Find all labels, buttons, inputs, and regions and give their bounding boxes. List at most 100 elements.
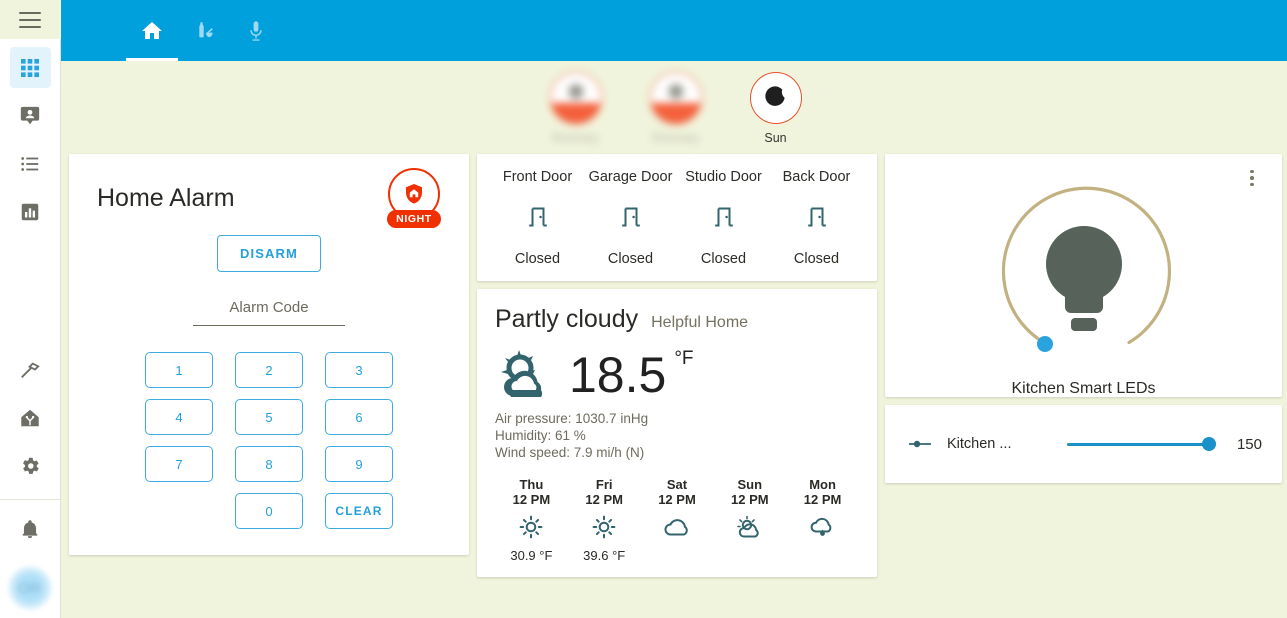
alarm-code-placeholder: Alarm Code bbox=[229, 299, 309, 316]
door-state: Closed bbox=[607, 251, 654, 267]
forecast-time: 12 PM bbox=[803, 492, 842, 508]
badge-circle bbox=[749, 72, 802, 124]
cards-grid: Home Alarm NIGHT DISARM Alarm Code 1 2 3… bbox=[61, 154, 1287, 578]
sidebar-item-settings[interactable] bbox=[10, 445, 51, 486]
slider-label: Kitchen ... bbox=[947, 436, 1012, 452]
forecast-time: 12 PM bbox=[658, 492, 696, 508]
forecast-time: 12 PM bbox=[512, 492, 551, 508]
alarm-state-label: NIGHT bbox=[387, 210, 441, 228]
weather-temperature: 18.5 bbox=[569, 347, 667, 403]
bell-icon bbox=[22, 519, 38, 538]
disarm-row: DISARM bbox=[87, 235, 451, 272]
badge-circle bbox=[649, 72, 702, 124]
door-entity-front[interactable]: Front Door Closed bbox=[491, 169, 584, 267]
door-name: Front Door bbox=[502, 169, 573, 185]
door-name: Studio Door bbox=[685, 169, 762, 185]
door-state: Closed bbox=[700, 251, 747, 267]
tab-voice[interactable] bbox=[230, 0, 282, 61]
door-entity-garage[interactable]: Garage Door Closed bbox=[584, 169, 677, 267]
sidebar: OR bbox=[0, 0, 61, 618]
weather-air-pressure: Air pressure: 1030.7 inHg bbox=[495, 411, 649, 426]
tab-home[interactable] bbox=[126, 0, 178, 61]
alarm-state-badge[interactable]: NIGHT bbox=[385, 168, 443, 228]
keypad-key-6[interactable]: 6 bbox=[325, 399, 393, 435]
sidebar-item-map[interactable] bbox=[10, 95, 51, 136]
forecast-item: Sun 12 PM bbox=[713, 477, 786, 563]
gear-icon bbox=[23, 457, 39, 474]
dots-vertical-icon[interactable] bbox=[1242, 168, 1262, 188]
sunny-icon bbox=[592, 514, 616, 540]
badge-person-1[interactable]: Romney bbox=[537, 72, 615, 145]
door-closed-icon bbox=[527, 205, 549, 234]
weather-forecast: Thu 12 PM 30.9 °F Fri 12 PM 39.6 °F Sat … bbox=[495, 477, 859, 563]
sidebar-item-supervisor[interactable] bbox=[10, 397, 51, 438]
sidebar-item-history[interactable] bbox=[10, 191, 51, 232]
keypad-key-5[interactable]: 5 bbox=[235, 399, 303, 435]
alarm-code-underline bbox=[193, 325, 345, 326]
weather-location: Helpful Home bbox=[651, 314, 749, 331]
keypad-key-9[interactable]: 9 bbox=[325, 446, 393, 482]
hammer-icon bbox=[21, 362, 40, 378]
tab-kitchen[interactable] bbox=[178, 0, 230, 61]
weather-card: Partly cloudy Helpful Home 18.5 °F Air p… bbox=[477, 289, 877, 578]
keypad-key-4[interactable]: 4 bbox=[145, 399, 213, 435]
alarm-code-field[interactable]: Alarm Code bbox=[193, 299, 345, 326]
light-brightness-row-card: Kitchen ... 150 bbox=[885, 405, 1282, 483]
door-closed-icon bbox=[806, 205, 828, 234]
badges-row: Romney Romney Sun bbox=[61, 61, 1287, 145]
door-name: Back Door bbox=[782, 169, 851, 185]
light-name: Kitchen Smart LEDs bbox=[1011, 380, 1156, 397]
door-entity-studio[interactable]: Studio Door Closed bbox=[677, 169, 770, 267]
column-1: Home Alarm NIGHT DISARM Alarm Code 1 2 3… bbox=[69, 154, 469, 555]
home-assistant-logo-icon bbox=[21, 409, 39, 427]
door-closed-icon bbox=[713, 205, 735, 234]
door-entity-back[interactable]: Back Door Closed bbox=[770, 169, 863, 267]
forecast-temp: 30.9 °F bbox=[510, 548, 553, 564]
sidebar-item-notifications[interactable] bbox=[10, 508, 51, 549]
forecast-day: Mon bbox=[809, 477, 836, 493]
disarm-button[interactable]: DISARM bbox=[217, 235, 321, 272]
door-state: Closed bbox=[793, 251, 840, 267]
light-card: Kitchen Smart LEDs bbox=[885, 154, 1282, 397]
forecast-time: 12 PM bbox=[585, 492, 623, 508]
weather-humidity: Humidity: 61 % bbox=[495, 428, 586, 444]
column-3: Kitchen Smart LEDs Kitchen ... 150 bbox=[885, 154, 1282, 483]
partly-cloudy-icon bbox=[501, 350, 543, 397]
weather-temperature-unit: °F bbox=[674, 348, 694, 369]
forecast-item: Thu 12 PM 30.9 °F bbox=[495, 477, 568, 563]
slider-value: 150 bbox=[1236, 435, 1262, 453]
keypad-key-2[interactable]: 2 bbox=[235, 352, 303, 388]
door-sensors-card: Front Door Closed Garage Door Closed Stu… bbox=[477, 154, 877, 281]
badge-circle bbox=[549, 72, 602, 124]
keypad-key-0[interactable]: 0 bbox=[235, 493, 303, 529]
avatar[interactable]: OR bbox=[8, 566, 52, 610]
keypad-key-1[interactable]: 1 bbox=[145, 352, 213, 388]
weather-attributes: Air pressure: 1030.7 inHg Humidity: 61 %… bbox=[495, 410, 859, 461]
brightness-dial[interactable] bbox=[885, 172, 1282, 368]
forecast-time: 12 PM bbox=[731, 492, 769, 508]
badge-sun[interactable]: Sun bbox=[737, 72, 815, 145]
keypad-key-clear[interactable]: CLEAR bbox=[325, 493, 393, 529]
main-area: Romney Romney Sun Home Alarm NIGHT DISAR… bbox=[61, 0, 1287, 618]
keypad-key-8[interactable]: 8 bbox=[235, 446, 303, 482]
forecast-item: Mon 12 PM bbox=[786, 477, 859, 563]
forecast-day: Thu bbox=[519, 477, 544, 493]
column-2: Front Door Closed Garage Door Closed Stu… bbox=[477, 154, 877, 578]
alarm-keypad: 1 2 3 4 5 6 7 8 9 0 CLEAR bbox=[87, 352, 451, 529]
forecast-day: Sun bbox=[737, 477, 763, 493]
forecast-day: Fri bbox=[595, 477, 613, 493]
home-assistant-dashboard: OR Romney Romney Sun Home Alarm NIGHT DI… bbox=[0, 0, 1287, 618]
sidebar-item-developer-tools[interactable] bbox=[10, 349, 51, 390]
slider-thumb[interactable] bbox=[1202, 437, 1216, 451]
weather-current: 18.5 °F bbox=[495, 346, 859, 404]
keypad-key-3[interactable]: 3 bbox=[325, 352, 393, 388]
brightness-slider[interactable] bbox=[1067, 434, 1216, 454]
forecast-day: Sat bbox=[666, 477, 688, 493]
shield-home-icon bbox=[406, 184, 422, 204]
badge-person-2[interactable]: Romney bbox=[637, 72, 715, 145]
sidebar-item-logbook[interactable] bbox=[10, 143, 51, 184]
badge-label: Romney bbox=[652, 131, 699, 145]
sidebar-item-overview[interactable] bbox=[9, 47, 51, 89]
keypad-key-7[interactable]: 7 bbox=[145, 446, 213, 482]
sidebar-menu-button[interactable] bbox=[0, 0, 61, 40]
